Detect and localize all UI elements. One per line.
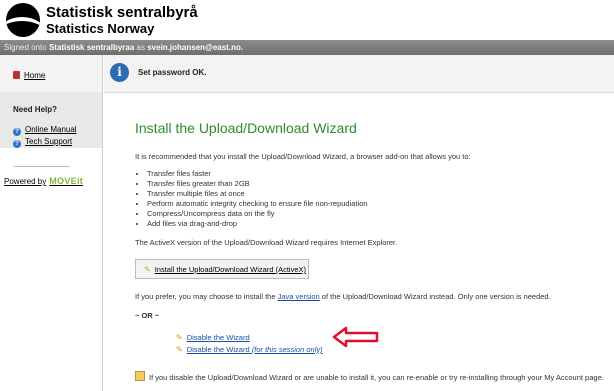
red-arrow-icon (332, 326, 379, 348)
online-manual-label: Online Manual (25, 125, 77, 134)
help-icon: ? (13, 128, 21, 136)
feature-list: Transfer files faster Transfer files gre… (135, 169, 368, 229)
activex-note: The ActiveX version of the Upload/Downlo… (135, 238, 398, 247)
online-manual-link[interactable]: ? Online Manual (13, 125, 77, 136)
tech-support-label: Tech Support (25, 137, 73, 146)
signed-org: Statistisk sentralbyraa (48, 43, 135, 52)
note-icon (135, 371, 145, 381)
org-name: Statistisk sentralbyrå (46, 4, 198, 21)
signed-on-bar: Signed onto Statistisk sentralbyraa as s… (0, 40, 614, 55)
disable-wizard-link[interactable]: ✎ Disable the Wizard (176, 333, 250, 342)
install-activex-label: Install the Upload/Download Wizard (Acti… (154, 265, 307, 274)
header: Statistisk sentralbyrå Statistics Norway (0, 0, 614, 40)
java-version-link[interactable]: Java version (278, 292, 320, 301)
disable-session-label: Disable the Wizard (186, 345, 250, 354)
help-icon: ? (13, 140, 21, 148)
ssb-logo-icon (6, 3, 40, 37)
wand-icon: ✎ (144, 265, 151, 274)
feature-item: Transfer multiple files at once (147, 189, 368, 199)
or-divider: ~ OR ~ (135, 311, 160, 320)
footer-text: If you disable the Upload/Download Wizar… (149, 373, 604, 382)
home-link[interactable]: Home (13, 71, 45, 80)
main-content: Install the Upload/Download Wizard It is… (104, 93, 614, 391)
home-icon (13, 71, 20, 79)
disable-session-note: (for this session only) (251, 345, 323, 354)
need-help-heading: Need Help? (13, 105, 58, 114)
java-suffix: of the Upload/Download Wizard instead. O… (321, 292, 551, 301)
wand-icon: ✎ (176, 345, 183, 354)
disable-wizard-session-link[interactable]: ✎ Disable the Wizard (for this session on… (176, 345, 323, 354)
status-bar: i Set password OK. (104, 55, 614, 93)
java-prefix: If you prefer, you may choose to install… (135, 292, 276, 301)
signed-as: as (136, 43, 145, 52)
footer-note: If you disable the Upload/Download Wizar… (135, 371, 604, 382)
install-activex-button[interactable]: ✎ Install the Upload/Download Wizard (Act… (135, 259, 309, 279)
sidebar-divider (14, 166, 70, 167)
page-title: Install the Upload/Download Wizard (135, 120, 357, 136)
java-note: If you prefer, you may choose to install… (135, 292, 551, 301)
feature-item: Compress/Uncompress data on the fly (147, 209, 368, 219)
feature-item: Transfer files greater than 2GB (147, 179, 368, 189)
feature-item: Add files via drag-and-drop (147, 219, 368, 229)
info-icon: i (110, 63, 129, 82)
signed-prefix: Signed onto (4, 43, 47, 52)
feature-item: Transfer files faster (147, 169, 368, 179)
org-name-en: Statistics Norway (46, 21, 155, 36)
sidebar: Home Need Help? ? Online Manual ? Tech Sup… (0, 55, 103, 391)
feature-item: Perform automatic integrity checking to … (147, 199, 368, 209)
status-message: Set password OK. (138, 68, 207, 77)
home-label: Home (24, 71, 46, 80)
powered-by-link[interactable]: Powered by MOVEit (4, 176, 83, 186)
signed-email: svein.johansen@east.no. (147, 43, 244, 52)
intro-text: It is recommended that you install the U… (135, 152, 471, 161)
powered-by-label: Powered by (4, 177, 47, 186)
disable-wizard-label: Disable the Wizard (186, 333, 250, 342)
wand-icon: ✎ (176, 333, 183, 342)
tech-support-link[interactable]: ? Tech Support (13, 137, 72, 148)
moveit-logo: MOVEit (49, 176, 84, 186)
